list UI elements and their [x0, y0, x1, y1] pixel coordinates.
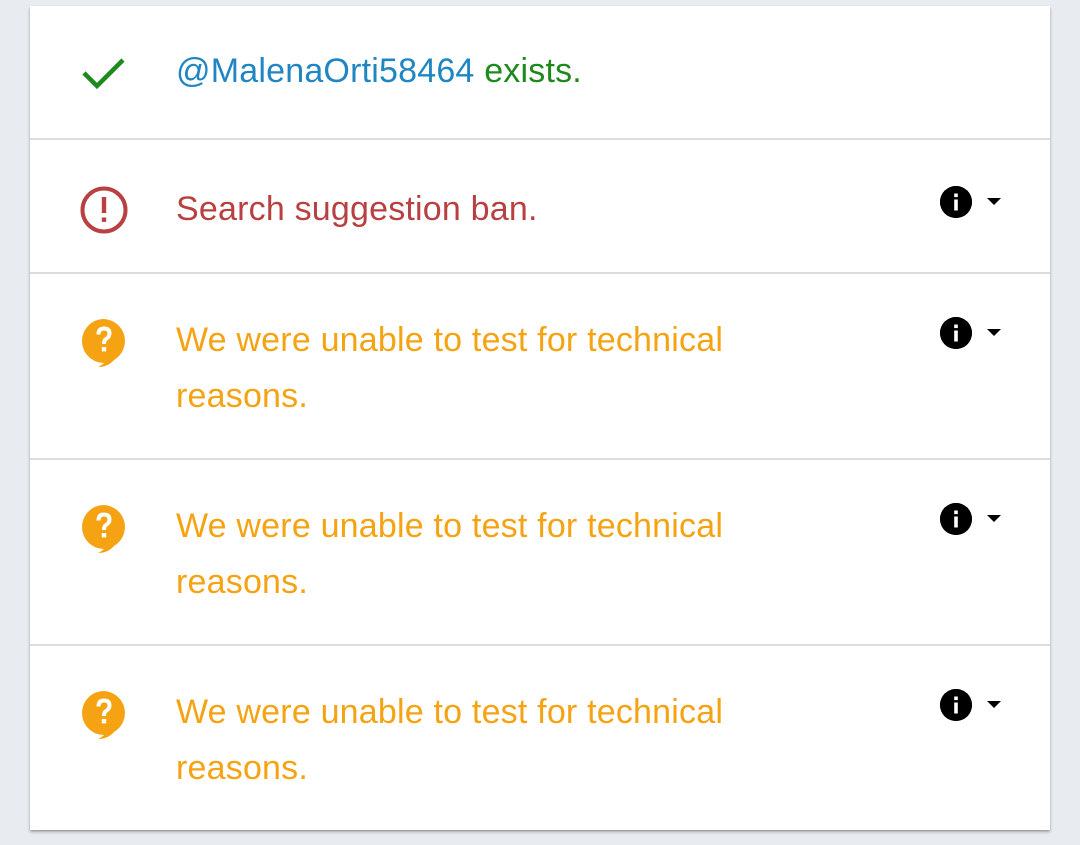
result-row-technical-3: We were unable to test for technical rea… — [30, 646, 1050, 830]
result-row-technical-1: We were unable to test for technical rea… — [30, 274, 1050, 460]
result-message: We were unable to test for technical rea… — [176, 693, 724, 787]
result-row-technical-2: We were unable to test for technical rea… — [30, 460, 1050, 646]
caret-down-icon[interactable] — [982, 695, 1006, 715]
row-actions — [940, 689, 1006, 721]
question-bubble-icon — [78, 687, 130, 739]
row-actions — [940, 503, 1006, 535]
result-message: @MalenaOrti58464 exists. — [176, 43, 796, 99]
caret-down-icon[interactable] — [982, 323, 1006, 343]
check-icon — [78, 46, 130, 98]
question-bubble-icon — [78, 315, 130, 367]
question-bubble-icon — [78, 501, 130, 553]
row-actions — [940, 186, 1006, 218]
row-actions — [940, 317, 1006, 349]
result-message: Search suggestion ban. — [176, 190, 538, 228]
result-row-exists: @MalenaOrti58464 exists. — [30, 6, 1050, 140]
info-icon[interactable] — [940, 186, 972, 218]
exists-text: exists. — [484, 52, 582, 90]
username-handle: @MalenaOrti58464 — [176, 52, 475, 90]
result-message: We were unable to test for technical rea… — [176, 321, 724, 415]
result-message: We were unable to test for technical rea… — [176, 507, 724, 601]
caret-down-icon[interactable] — [982, 509, 1006, 529]
info-icon[interactable] — [940, 689, 972, 721]
info-icon[interactable] — [940, 503, 972, 535]
result-row-search-suggestion-ban: Search suggestion ban. — [30, 140, 1050, 274]
info-icon[interactable] — [940, 317, 972, 349]
results-card: @MalenaOrti58464 exists. Search suggesti… — [30, 6, 1050, 830]
exclamation-circle-icon — [78, 184, 130, 236]
caret-down-icon[interactable] — [982, 192, 1006, 212]
